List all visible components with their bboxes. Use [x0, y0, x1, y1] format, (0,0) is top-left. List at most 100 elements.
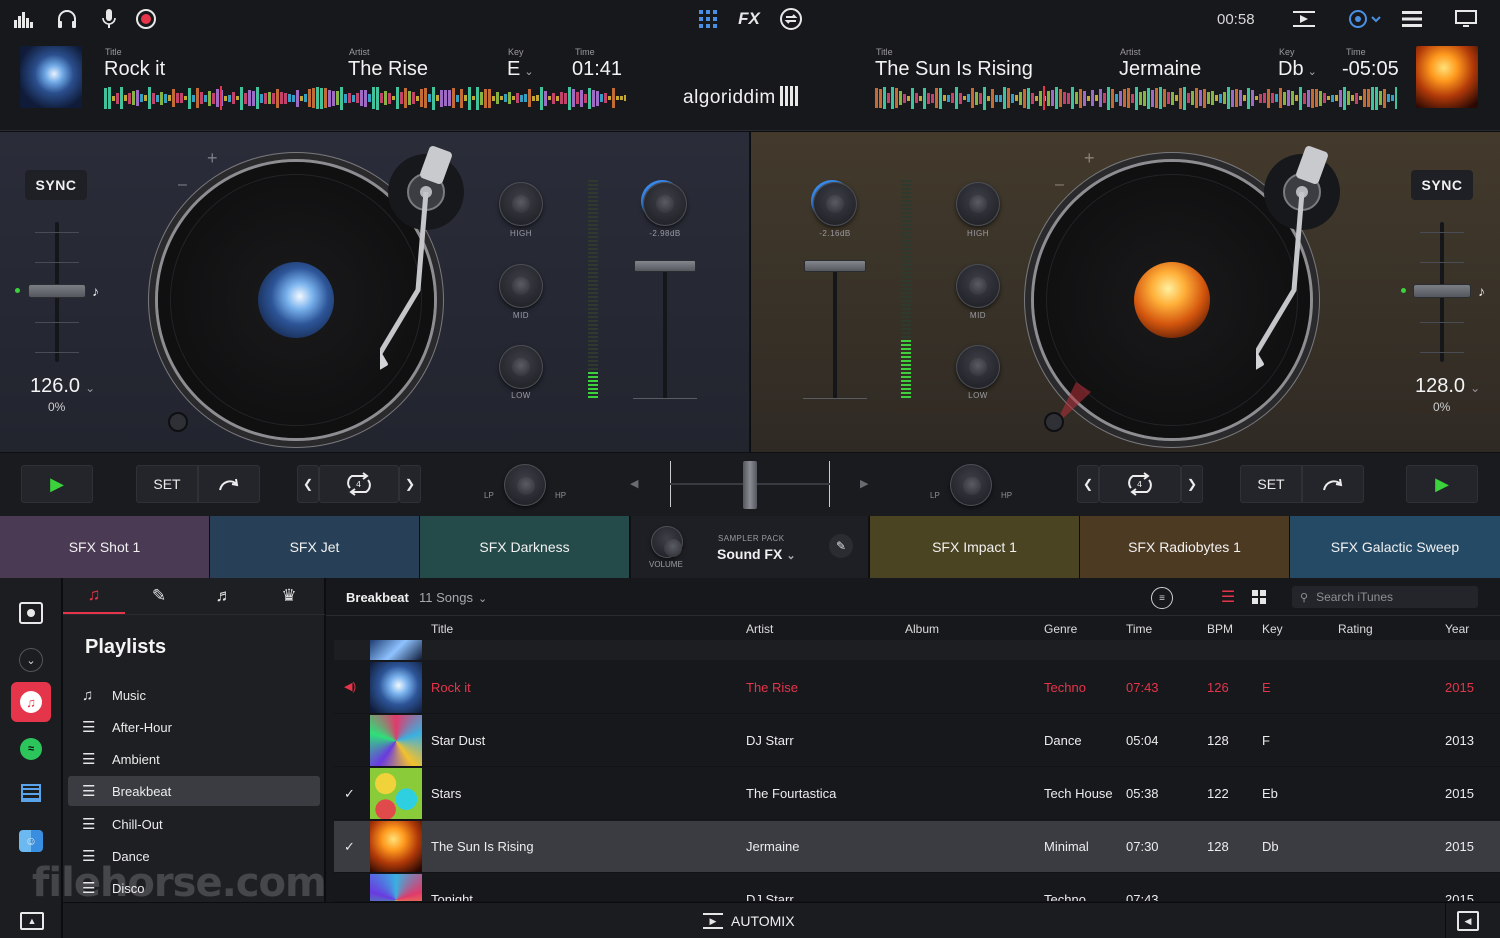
- column-header-album[interactable]: Album: [905, 622, 939, 636]
- playlist-item-music[interactable]: ♫ Music: [68, 680, 320, 710]
- sampler-pad-1[interactable]: SFX Shot 1: [0, 516, 209, 578]
- display-icon[interactable]: [1452, 6, 1480, 32]
- table-row[interactable]: ✓ Stars The Fourtastica Tech House 05:38 122 E…: [334, 768, 1500, 820]
- headphones-icon[interactable]: [53, 6, 81, 32]
- loop-sampler-icon[interactable]: [777, 6, 805, 32]
- videos-icon[interactable]: [21, 784, 41, 802]
- crossfader-left-arrow-icon[interactable]: ◀: [630, 477, 638, 490]
- microphone-icon[interactable]: [95, 6, 123, 32]
- left-loop-prev-button[interactable]: ❮: [297, 465, 319, 503]
- filter-icon[interactable]: ≡: [1151, 587, 1173, 609]
- column-header-title[interactable]: Title: [431, 622, 453, 636]
- video-output-icon[interactable]: [1290, 6, 1318, 32]
- grid-view-icon[interactable]: [1252, 590, 1266, 604]
- menu-icon[interactable]: [1398, 6, 1426, 32]
- left-waveform-overview[interactable]: [104, 86, 626, 110]
- search-field[interactable]: ⚲ Search iTunes: [1292, 586, 1478, 608]
- note-icon[interactable]: ♪: [92, 283, 99, 299]
- right-filter-knob[interactable]: [950, 464, 992, 506]
- right-tonearm[interactable]: [1256, 140, 1356, 390]
- left-plus-button[interactable]: +: [207, 148, 218, 169]
- sampler-pad-4[interactable]: SFX Impact 1: [870, 516, 1079, 578]
- table-row[interactable]: Star Dust DJ Starr Dance 05:04 128 F 2013: [334, 715, 1500, 767]
- playlist-item-chill-out[interactable]: ☰ Chill-Out: [68, 809, 320, 839]
- column-header-artist[interactable]: Artist: [746, 622, 773, 636]
- right-waveform-overview[interactable]: [875, 86, 1397, 110]
- left-eq-mid-knob[interactable]: [499, 264, 543, 308]
- camera-icon[interactable]: [19, 602, 43, 624]
- right-start-stop-knob[interactable]: [1044, 412, 1064, 432]
- sampler-volume-knob[interactable]: [651, 526, 683, 558]
- playlist-item-ambient[interactable]: ☰ Ambient: [68, 744, 320, 774]
- right-sync-button[interactable]: SYNC: [1411, 170, 1473, 200]
- right-set-cue-button[interactable]: SET: [1240, 465, 1302, 503]
- itunes-source-icon[interactable]: ♫: [11, 682, 51, 722]
- right-jump-cue-button[interactable]: [1302, 465, 1364, 503]
- sampler-pad-5[interactable]: SFX Radiobytes 1: [1080, 516, 1289, 578]
- left-volume-track[interactable]: [663, 262, 667, 398]
- automix-button[interactable]: ▶ AUTOMIX: [703, 908, 795, 934]
- right-loop-button[interactable]: 4: [1099, 465, 1181, 503]
- right-bpm[interactable]: 128.0 ⌄: [1415, 375, 1480, 398]
- sampler-grid-icon[interactable]: [694, 6, 722, 32]
- sampler-pack-selector[interactable]: Sound FX ⌄: [717, 546, 796, 562]
- sync-settings-dropdown-icon[interactable]: [1345, 6, 1385, 32]
- column-header-key[interactable]: Key: [1262, 622, 1283, 636]
- left-play-button[interactable]: ▶: [21, 465, 93, 503]
- note-icon[interactable]: ♪: [1478, 283, 1485, 299]
- right-volume-fader[interactable]: [804, 260, 866, 272]
- albums-tab-icon[interactable]: ♬: [193, 578, 255, 614]
- left-loop-next-button[interactable]: ❯: [399, 465, 421, 503]
- collapse-chevron-icon[interactable]: ⌄: [19, 648, 43, 672]
- table-row-partial[interactable]: [334, 640, 1500, 660]
- spotify-icon[interactable]: ≈: [20, 738, 42, 760]
- column-header-rating[interactable]: Rating: [1338, 622, 1373, 636]
- left-bpm[interactable]: 126.0 ⌄: [30, 375, 95, 398]
- sampler-pad-3[interactable]: SFX Darkness: [420, 516, 629, 578]
- right-volume-track[interactable]: [833, 262, 837, 398]
- list-view-icon[interactable]: ☰: [1219, 588, 1237, 606]
- right-gain-knob[interactable]: [813, 182, 857, 226]
- crossfader-right-arrow-icon[interactable]: ▶: [860, 477, 868, 490]
- artists-tab-icon[interactable]: ✎: [128, 578, 190, 614]
- left-jump-cue-button[interactable]: [198, 465, 260, 503]
- right-loop-prev-button[interactable]: ❮: [1077, 465, 1099, 503]
- equalizer-icon[interactable]: [11, 6, 39, 32]
- songs-tab-icon[interactable]: ♫: [63, 578, 125, 614]
- right-eq-mid-knob[interactable]: [956, 264, 1000, 308]
- column-header-time[interactable]: Time: [1126, 622, 1152, 636]
- right-deck-artwork[interactable]: [1416, 46, 1478, 108]
- playlist-item-after-hour[interactable]: ☰ After-Hour: [68, 712, 320, 742]
- playlist-item-breakbeat[interactable]: ☰ Breakbeat: [68, 776, 320, 806]
- left-tonearm[interactable]: [380, 140, 480, 390]
- left-key-selector[interactable]: E ⌄: [507, 58, 534, 81]
- left-gain-knob[interactable]: [643, 182, 687, 226]
- right-pitch-fader[interactable]: [1413, 284, 1471, 298]
- right-minus-button[interactable]: –: [1055, 176, 1064, 194]
- right-play-button[interactable]: ▶: [1406, 465, 1478, 503]
- left-sync-button[interactable]: SYNC: [25, 170, 87, 200]
- left-eq-high-knob[interactable]: [499, 182, 543, 226]
- fx-icon[interactable]: FX: [735, 6, 763, 32]
- edit-pencil-icon[interactable]: ✎: [829, 534, 853, 558]
- right-key-selector[interactable]: Db ⌄: [1278, 58, 1317, 81]
- table-row[interactable]: ✓ The Sun Is Rising Jermaine Minimal 07:30 12…: [334, 821, 1500, 873]
- left-eq-low-knob[interactable]: [499, 345, 543, 389]
- sampler-pad-6[interactable]: SFX Galactic Sweep: [1290, 516, 1500, 578]
- left-minus-button[interactable]: –: [178, 176, 187, 194]
- crossfader-thumb[interactable]: [743, 461, 757, 509]
- sidebar-toggle-icon[interactable]: ◀: [1457, 911, 1479, 931]
- left-set-cue-button[interactable]: SET: [136, 465, 198, 503]
- left-volume-fader[interactable]: [634, 260, 696, 272]
- table-row[interactable]: Tonight DJ Starr Techno 07:43 2015: [334, 874, 1500, 902]
- column-header-genre[interactable]: Genre: [1044, 622, 1077, 636]
- right-eq-high-knob[interactable]: [956, 182, 1000, 226]
- left-deck-artwork[interactable]: [20, 46, 82, 108]
- left-pitch-fader[interactable]: [28, 284, 86, 298]
- left-loop-button[interactable]: 4: [319, 465, 399, 503]
- left-start-stop-knob[interactable]: [168, 412, 188, 432]
- right-plus-button[interactable]: +: [1084, 148, 1095, 169]
- left-filter-knob[interactable]: [504, 464, 546, 506]
- column-header-year[interactable]: Year: [1445, 622, 1469, 636]
- right-loop-next-button[interactable]: ❯: [1181, 465, 1203, 503]
